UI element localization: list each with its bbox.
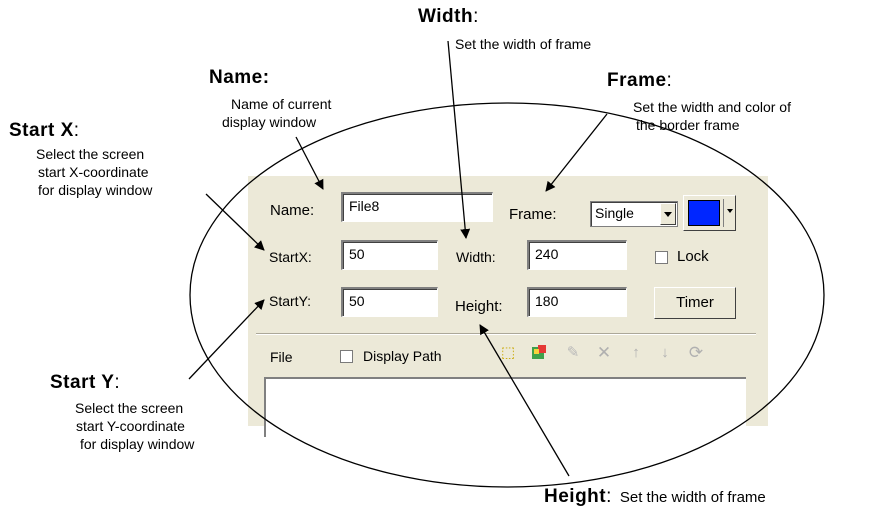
- frame-annotation-title: Frame: [607, 70, 667, 91]
- highlight-ellipse: [189, 102, 825, 488]
- height-annotation-desc: Set the width of frame: [619, 489, 766, 506]
- starty-annotation-desc-2: start Y-coordinate: [76, 418, 185, 434]
- startx-annotation-desc-2: start X-coordinate: [38, 164, 149, 180]
- frame-annotation-desc-1: Set the width and color of: [633, 99, 791, 115]
- frame-annotation-desc-2: the border frame: [636, 117, 740, 133]
- width-annotation-title: Width: [418, 6, 474, 27]
- height-annotation: Height: Set the width of frame: [544, 486, 766, 507]
- width-arrow: [447, 40, 471, 239]
- startx-annotation-desc-3: for display window: [38, 182, 153, 198]
- frame-arrow: [545, 113, 608, 192]
- startx-annotation-desc-1: Select the screen: [36, 146, 145, 162]
- startx-annotation-title: Start X: [9, 120, 74, 141]
- name-annotation-title: Name:: [209, 67, 270, 88]
- starty-annotation-title: Start Y: [50, 372, 115, 393]
- height-annotation-title: Height: [544, 486, 607, 507]
- height-arrow: [479, 324, 570, 477]
- startx-annotation: Start X:: [9, 120, 80, 141]
- starty-arrow: [188, 299, 265, 380]
- width-annotation-desc: Set the width of frame: [455, 36, 592, 52]
- frame-annotation: Frame:: [607, 70, 672, 91]
- startx-arrow: [205, 193, 265, 251]
- name-annotation-desc-2: display window: [222, 114, 317, 130]
- starty-annotation-desc-3: for display window: [80, 436, 195, 452]
- width-annotation: Width:: [418, 6, 479, 27]
- starty-annotation-desc-1: Select the screen: [75, 400, 184, 416]
- starty-annotation: Start Y:: [50, 372, 120, 393]
- name-annotation-desc-1: Name of current: [231, 96, 332, 112]
